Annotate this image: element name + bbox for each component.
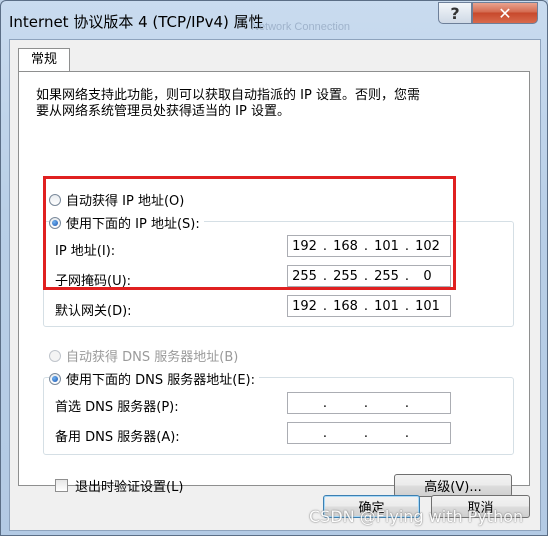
auto-ip-label: 自动获得 IP 地址(O) (66, 194, 185, 209)
help-button[interactable]: ? (438, 2, 472, 24)
radio-disabled-icon (49, 349, 61, 362)
close-button[interactable]: ✕ (472, 2, 538, 24)
validate-on-exit-checkbox[interactable]: 退出时验证设置(L) (55, 476, 183, 495)
preferred-dns-label: 首选 DNS 服务器(P): (55, 400, 179, 415)
ip-address-input[interactable]: 192. 168. 101. 102 (287, 235, 451, 257)
advanced-button[interactable]: 高级(V)... (394, 474, 512, 497)
alternate-dns-label: 备用 DNS 服务器(A): (55, 430, 180, 445)
tab-general[interactable]: 常规 (18, 48, 70, 72)
auto-dns-radio[interactable]: 自动获得 DNS 服务器地址(B) (49, 346, 238, 365)
window-title: Internet 协议版本 4 (TCP/IPv4) 属性 (9, 13, 264, 31)
ip-address-label: IP 地址(I): (55, 244, 116, 259)
watermark-text: CSDN @Flying with Python (309, 507, 524, 526)
manual-ip-radio[interactable]: 使用下面的 IP 地址(S): (49, 213, 204, 232)
preferred-dns-input[interactable]: . . . (287, 392, 451, 414)
default-gateway-input[interactable]: 192. 168. 101. 101 (287, 295, 451, 317)
radio-off-icon (49, 193, 61, 206)
manual-dns-radio[interactable]: 使用下面的 DNS 服务器地址(E): (49, 369, 259, 388)
auto-ip-radio[interactable]: 自动获得 IP 地址(O) (49, 190, 184, 209)
validate-on-exit-label: 退出时验证设置(L) (75, 480, 184, 495)
manual-ip-label: 使用下面的 IP 地址(S): (66, 217, 200, 232)
checkbox-unchecked-icon (55, 479, 68, 492)
dialog-client-area: 常规 如果网络支持此功能，则可以获取自动指派的 IP 设置。否则，您需 要从网络… (9, 39, 541, 531)
close-icon: ✕ (498, 3, 512, 23)
dialog-window: Internet 协议版本 4 (TCP/IPv4) 属性 Network Co… (0, 0, 548, 536)
title-bar[interactable]: Internet 协议版本 4 (TCP/IPv4) 属性 Network Co… (1, 1, 547, 39)
general-tab-panel: 如果网络支持此功能，则可以获取自动指派的 IP 设置。否则，您需 要从网络系统管… (18, 71, 530, 497)
default-gateway-label: 默认网关(D): (55, 304, 132, 319)
subnet-mask-input[interactable]: 255. 255. 255. 0 (287, 265, 451, 287)
manual-dns-label: 使用下面的 DNS 服务器地址(E): (66, 373, 255, 388)
background-window-text: Network Connection (251, 21, 351, 33)
alternate-dns-input[interactable]: . . . (287, 422, 451, 444)
help-icon: ? (450, 3, 460, 23)
description-text: 如果网络支持此功能，则可以获取自动指派的 IP 设置。否则，您需 要从网络系统管… (36, 88, 420, 119)
radio-on-icon (49, 216, 61, 229)
subnet-mask-label: 子网掩码(U): (55, 274, 132, 289)
radio-on-icon (49, 372, 61, 385)
auto-dns-label: 自动获得 DNS 服务器地址(B) (66, 350, 239, 365)
